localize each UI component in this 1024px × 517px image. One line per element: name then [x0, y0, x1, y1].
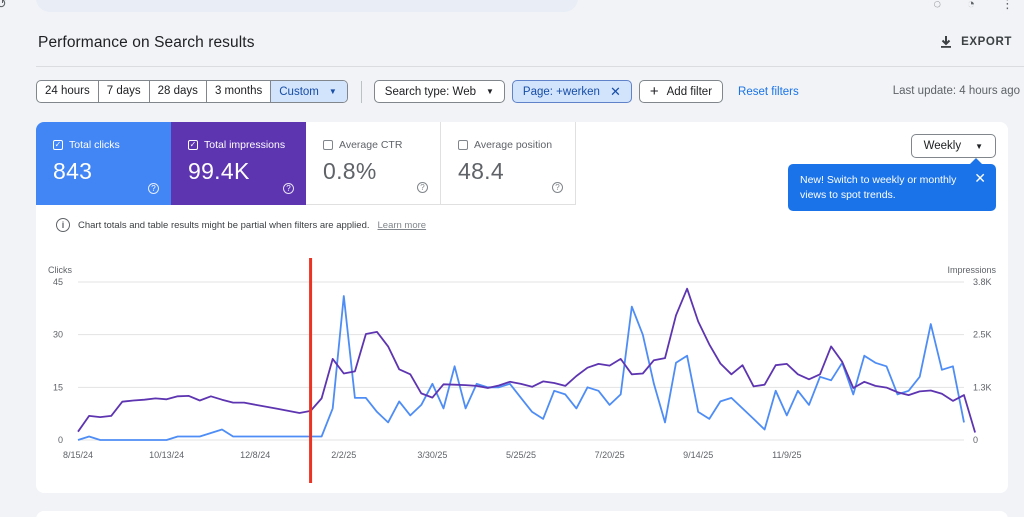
- checkbox-checked-icon[interactable]: ✓: [53, 140, 63, 150]
- chevron-down-icon: ▼: [975, 141, 983, 151]
- metric-average-ctr[interactable]: Average CTR 0.8% ?: [306, 122, 441, 205]
- granularity-label: Weekly: [923, 140, 962, 152]
- right-tick-label: 2.5K: [973, 330, 992, 340]
- x-tick-label: 7/20/25: [595, 450, 625, 460]
- left-tick-label: 15: [53, 382, 63, 392]
- x-tick-label: 10/13/24: [149, 450, 184, 460]
- help-icon[interactable]: ?: [283, 183, 294, 194]
- date-range-selector: 24 hours 7 days 28 days 3 months Custom ▼: [36, 80, 348, 103]
- x-tick-label: 5/25/25: [506, 450, 536, 460]
- left-tick-label: 45: [53, 277, 63, 287]
- reset-filters-link[interactable]: Reset filters: [738, 86, 799, 98]
- add-filter-label: Add filter: [666, 85, 713, 98]
- x-tick-label: 8/15/24: [63, 450, 93, 460]
- search-type-label: Search type: Web: [384, 85, 476, 98]
- download-icon: [941, 36, 952, 48]
- metric-label: Total clicks: [69, 139, 120, 151]
- range-3-months[interactable]: 3 months: [207, 81, 272, 102]
- help-icon[interactable]: ?: [148, 183, 159, 194]
- performance-card: ✓ Total clicks 843 ? ✓ Total impressions 9…: [36, 122, 1008, 493]
- help-icon[interactable]: ?: [417, 182, 428, 193]
- range-28-days[interactable]: 28 days: [150, 81, 207, 102]
- partial-data-notice: i Chart totals and table results might b…: [56, 218, 426, 232]
- search-bar[interactable]: [36, 0, 578, 12]
- metric-average-position[interactable]: Average position 48.4 ?: [441, 122, 576, 205]
- metric-value: 843: [53, 158, 93, 184]
- metric-value: 0.8%: [323, 158, 377, 184]
- right-tick-label: 0: [973, 435, 978, 445]
- granularity-dropdown[interactable]: Weekly ▼: [910, 134, 996, 158]
- left-tick-label: 30: [53, 330, 63, 340]
- metric-label: Average position: [474, 139, 553, 151]
- title-divider: [36, 66, 1024, 67]
- metric-total-clicks[interactable]: ✓ Total clicks 843 ?: [36, 122, 171, 205]
- range-7-days[interactable]: 7 days: [99, 81, 150, 102]
- filter-row: 24 hours 7 days 28 days 3 months Custom ▼…: [36, 80, 799, 103]
- notice-text: Chart totals and table results might be …: [78, 219, 370, 231]
- help-icon[interactable]: ◌: [933, 0, 941, 12]
- left-axis-title: Clicks: [48, 265, 72, 275]
- page-title: Performance on Search results: [38, 34, 255, 51]
- info-icon: i: [56, 218, 70, 232]
- range-custom-label: Custom: [279, 86, 319, 98]
- metric-value: 99.4K: [188, 158, 250, 184]
- add-filter-button[interactable]: + Add filter: [638, 80, 724, 103]
- metric-label: Total impressions: [204, 139, 286, 151]
- x-tick-label: 3/30/25: [417, 450, 447, 460]
- range-custom[interactable]: Custom ▼: [271, 81, 347, 102]
- checkbox-unchecked-icon[interactable]: [458, 140, 468, 150]
- series-line-clicks: [77, 295, 965, 441]
- right-tick-label: 3.8K: [973, 277, 992, 287]
- page-filter-label: Page: +werken: [522, 85, 600, 98]
- x-tick-label: 9/14/25: [683, 450, 713, 460]
- range-24-hours[interactable]: 24 hours: [37, 81, 99, 102]
- account-icon[interactable]: ◔: [967, 0, 975, 12]
- menu-icon[interactable]: ↺: [0, 0, 7, 12]
- last-update-text: Last update: 4 hours ago: [892, 85, 1020, 97]
- right-tick-label: 1.3K: [973, 382, 992, 392]
- metric-total-impressions[interactable]: ✓ Total impressions 99.4K ?: [171, 122, 306, 205]
- left-tick-label: 0: [58, 435, 63, 445]
- close-icon[interactable]: ✕: [610, 84, 621, 100]
- x-tick-label: 11/9/25: [772, 450, 801, 460]
- chevron-down-icon: ▼: [328, 87, 337, 96]
- checkbox-checked-icon[interactable]: ✓: [188, 140, 198, 150]
- close-icon[interactable]: ✕: [974, 171, 986, 186]
- tooltip-text: New! Switch to weekly or monthly views t…: [800, 174, 957, 201]
- performance-chart: Clicks Impressions45 3.8K30 2.5K15 1.3K0 08/1…: [48, 258, 997, 483]
- checkbox-unchecked-icon[interactable]: [323, 140, 333, 150]
- export-label: EXPORT: [961, 36, 1012, 48]
- filter-divider: [360, 80, 362, 103]
- metric-value: 48.4: [458, 158, 504, 184]
- granularity-tooltip: New! Switch to weekly or monthly views t…: [788, 158, 996, 211]
- chevron-down-icon: ▼: [486, 87, 494, 96]
- learn-more-link[interactable]: Learn more: [378, 220, 427, 231]
- x-tick-label: 12/8/24: [240, 450, 270, 460]
- table-card: [36, 511, 1008, 517]
- settings-icon[interactable]: ⋮: [1001, 0, 1014, 12]
- series-line-impressions: [77, 287, 976, 433]
- search-type-filter[interactable]: Search type: Web ▼: [373, 80, 505, 103]
- metric-label: Average CTR: [339, 139, 403, 151]
- export-button[interactable]: EXPORT: [939, 35, 1012, 49]
- plus-icon: +: [649, 82, 659, 100]
- help-icon[interactable]: ?: [552, 182, 563, 193]
- x-tick-label: 2/2/25: [331, 450, 356, 460]
- right-axis-title: Impressions: [947, 265, 996, 275]
- page-filter-chip[interactable]: Page: +werken ✕: [511, 80, 632, 103]
